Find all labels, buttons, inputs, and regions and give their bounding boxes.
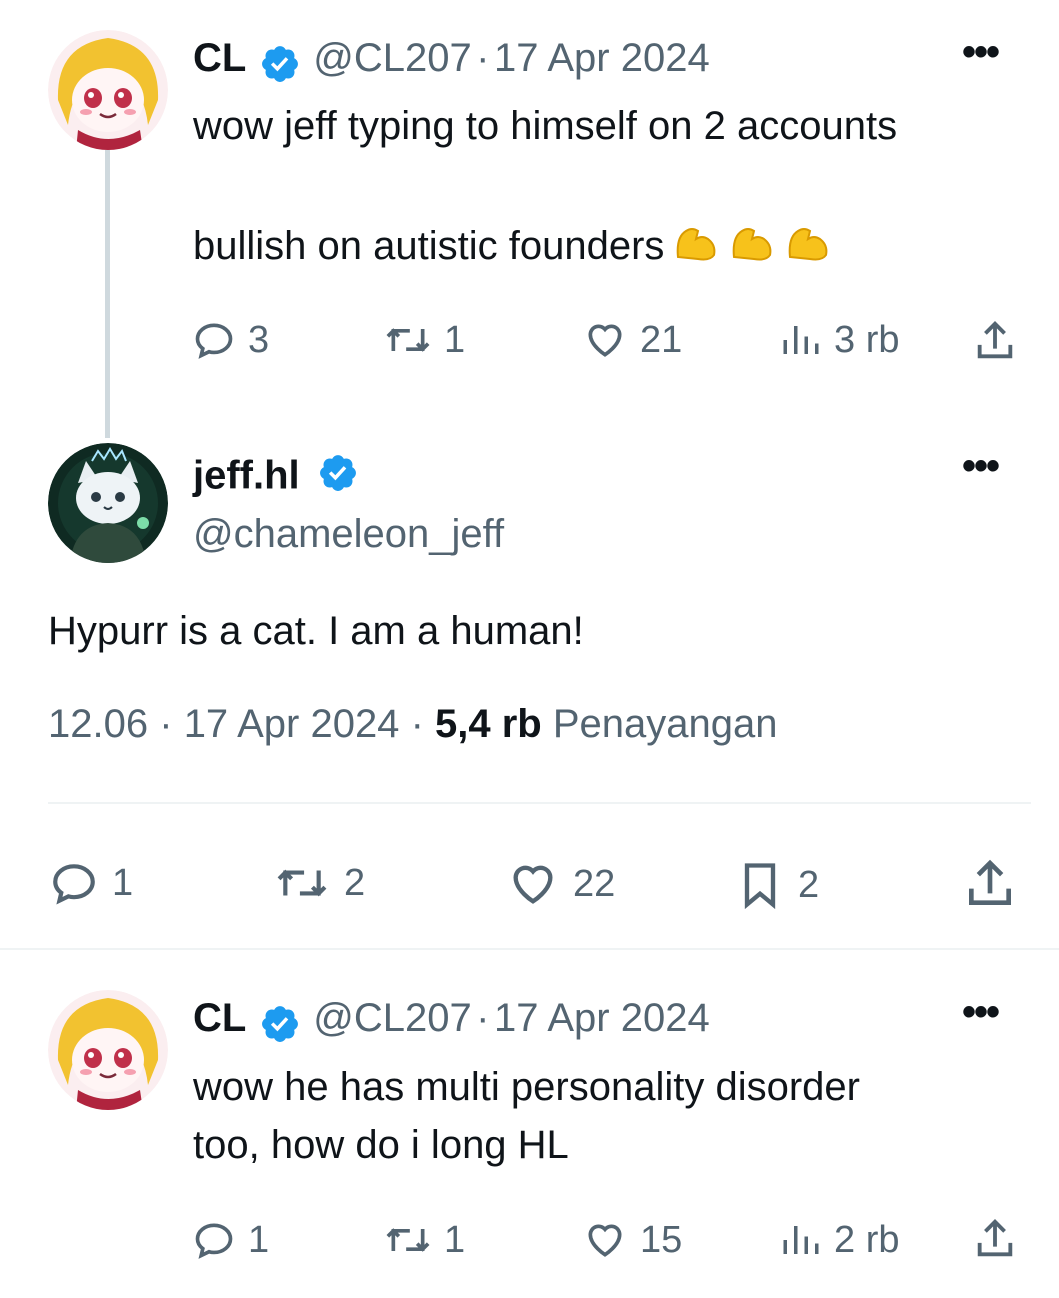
share-icon <box>977 1219 1013 1257</box>
like-button[interactable]: 22 <box>505 858 615 910</box>
author-name[interactable]: jeff.hl <box>193 454 300 498</box>
views-icon <box>783 1226 819 1254</box>
share-button[interactable] <box>972 318 1018 364</box>
tweet-meta: 12.06 · 17 Apr 2024 · 5,4 rb Penayangan <box>48 702 778 747</box>
bookmark-button[interactable]: 2 <box>734 856 819 914</box>
tweet-header: CL @CL207 · 17 Apr 2024 <box>193 996 710 1050</box>
avatar-jeff[interactable] <box>48 443 168 563</box>
repost-icon <box>386 328 430 352</box>
reply-count: 1 <box>248 1218 270 1261</box>
divider <box>0 948 1059 950</box>
verified-badge-icon <box>259 1003 301 1050</box>
divider <box>48 802 1031 804</box>
verified-badge-icon <box>259 43 301 90</box>
tweet-date[interactable]: 17 Apr 2024 <box>494 36 710 80</box>
heart-icon <box>588 324 622 357</box>
separator: · <box>476 36 490 80</box>
avatar-cl[interactable] <box>48 990 168 1110</box>
bookmark-count: 2 <box>798 863 820 906</box>
tweet-header: CL @CL207 · 17 Apr 2024 <box>193 36 710 90</box>
author-handle[interactable]: @CL207 <box>313 996 471 1040</box>
like-count: 22 <box>573 862 616 905</box>
repost-button[interactable]: 1 <box>384 318 465 362</box>
more-options-icon[interactable]: ••• <box>962 30 1000 75</box>
views-count: 3 rb <box>834 318 900 361</box>
flexed-biceps-icon <box>664 224 720 268</box>
bookmark-icon <box>744 863 776 910</box>
reply-count: 3 <box>248 318 270 361</box>
repost-icon <box>277 869 327 897</box>
separator: · <box>476 996 490 1040</box>
author-handle[interactable]: @chameleon_jeff <box>193 512 504 557</box>
tweet-text-content: bullish on autistic founders <box>193 224 665 268</box>
tweet-time[interactable]: 12.06 <box>48 702 148 746</box>
flexed-biceps-icon <box>776 224 832 268</box>
tweet-text-line-1: wow he has multi personality disorder <box>193 1065 860 1109</box>
reply-count: 1 <box>112 861 134 904</box>
views-label[interactable]: Penayangan <box>553 702 778 746</box>
repost-button[interactable]: 1 <box>384 1218 465 1262</box>
reply-icon <box>53 864 95 905</box>
repost-count: 1 <box>444 1218 466 1261</box>
more-options-icon[interactable]: ••• <box>962 444 1000 489</box>
repost-button[interactable]: 2 <box>272 858 365 908</box>
like-count: 15 <box>640 1218 683 1261</box>
repost-icon <box>386 1228 430 1252</box>
separator: · <box>159 702 173 746</box>
author-row: jeff.hl <box>193 452 359 504</box>
repost-count: 1 <box>444 318 466 361</box>
thread-line <box>105 150 110 438</box>
avatar-cl[interactable] <box>48 30 168 150</box>
share-icon <box>977 321 1013 359</box>
reply-button[interactable]: 3 <box>192 318 269 362</box>
like-count: 21 <box>640 318 683 361</box>
flexed-biceps-icon <box>720 224 776 268</box>
reply-icon <box>195 323 233 359</box>
views-button[interactable]: 2 rb <box>780 1218 899 1262</box>
reply-icon <box>195 1223 233 1259</box>
heart-icon <box>588 1224 622 1257</box>
tweet-text-line-1: wow jeff typing to himself on 2 accounts <box>193 104 898 148</box>
share-button[interactable] <box>972 1216 1018 1262</box>
repost-count: 2 <box>344 861 366 904</box>
reply-button[interactable]: 1 <box>48 858 133 908</box>
share-button[interactable] <box>962 856 1018 912</box>
like-button[interactable]: 15 <box>582 1218 682 1262</box>
heart-icon <box>513 865 553 904</box>
verified-badge-icon <box>317 452 359 504</box>
tweet-date[interactable]: 17 Apr 2024 <box>184 702 400 746</box>
author-handle[interactable]: @CL207 <box>313 36 471 80</box>
author-name[interactable]: CL <box>193 36 246 80</box>
tweet-text-line-2: bullish on autistic founders <box>193 217 832 275</box>
tweet-text-line-2: too, how do i long HL <box>193 1123 569 1167</box>
more-options-icon[interactable]: ••• <box>962 990 1000 1035</box>
share-icon <box>969 859 1011 905</box>
separator: · <box>410 702 424 746</box>
views-button[interactable]: 3 rb <box>780 318 899 362</box>
tweet-date[interactable]: 17 Apr 2024 <box>494 996 710 1040</box>
like-button[interactable]: 21 <box>582 318 682 362</box>
reply-button[interactable]: 1 <box>192 1218 269 1262</box>
author-name[interactable]: CL <box>193 996 246 1040</box>
views-icon <box>783 326 819 354</box>
views-count: 2 rb <box>834 1218 900 1261</box>
tweet-text: Hypurr is a cat. I am a human! <box>48 609 584 653</box>
views-count[interactable]: 5,4 rb <box>435 702 542 746</box>
